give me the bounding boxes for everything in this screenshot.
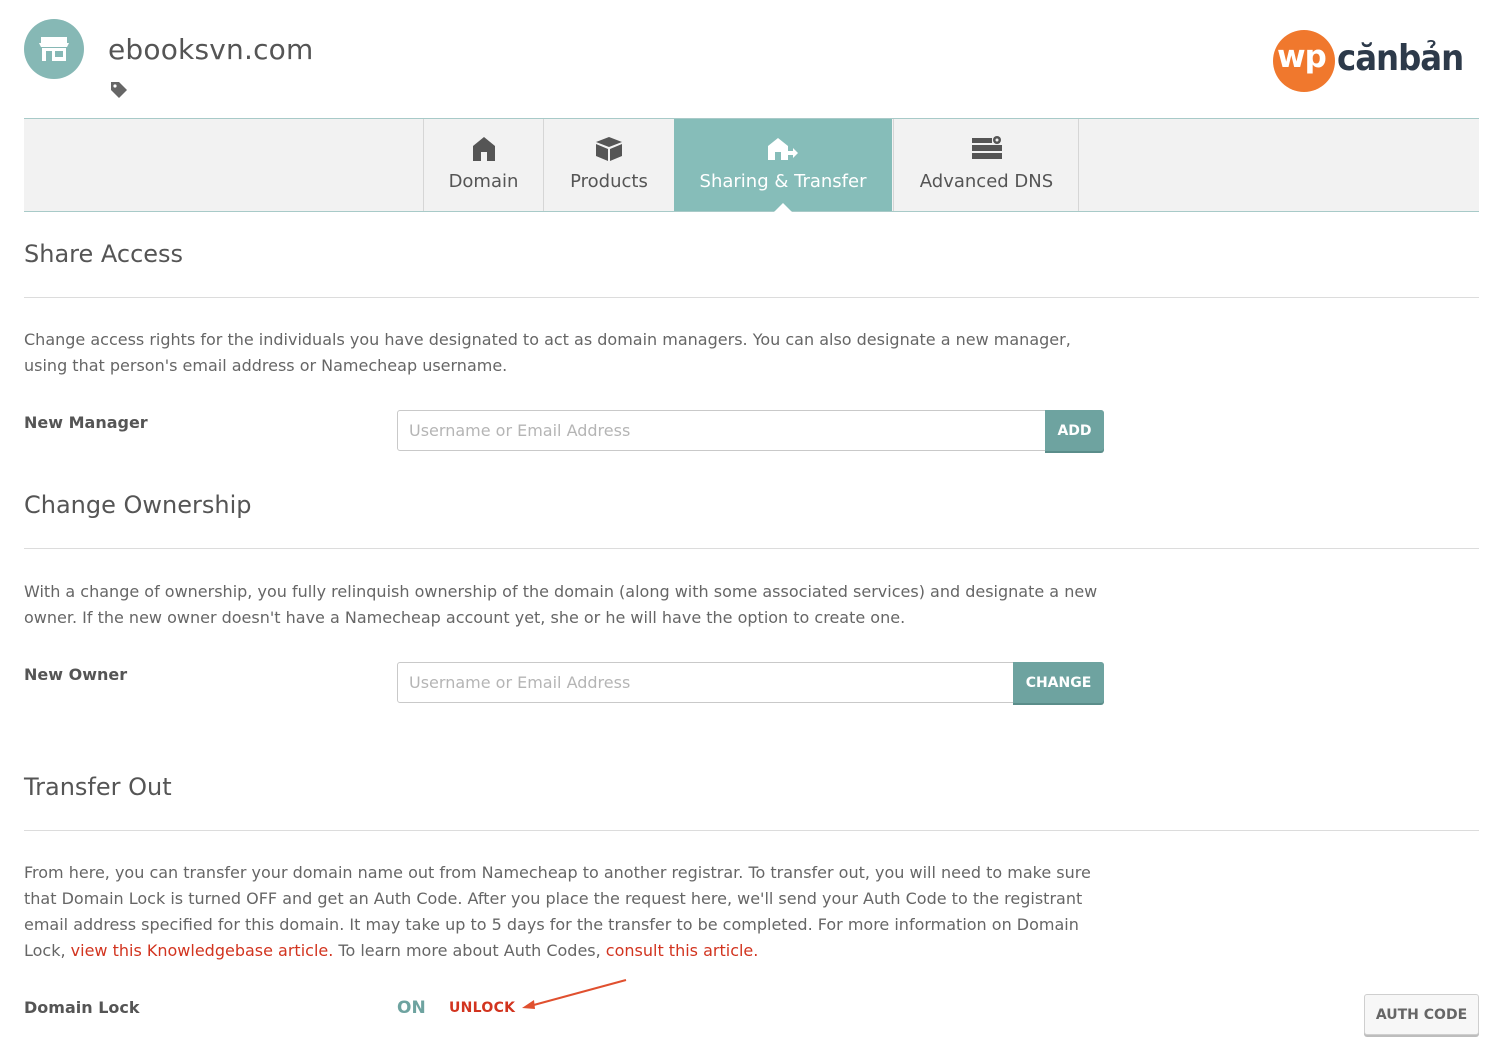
tab-divider [1078,119,1079,211]
auth-code-article-link[interactable]: consult this article. [606,941,759,960]
new-manager-input[interactable] [398,411,1038,450]
section-title-share-access: Share Access [24,240,184,268]
tab-label: Advanced DNS [919,171,1054,192]
brand-logo: wp cănbản [1273,30,1464,96]
add-manager-button[interactable]: ADD [1045,410,1104,451]
section-title-transfer-out: Transfer Out [24,773,172,801]
share-access-description: Change access rights for the individuals… [24,330,1071,375]
knowledgebase-link[interactable]: view this Knowledgebase article. [71,941,334,960]
tab-bar: Domain Products Sharing & Transfer Advan… [24,118,1479,212]
box-icon [596,137,622,161]
transfer-out-description: From here, you can transfer your domain … [24,860,1109,964]
divider [24,297,1479,298]
change-ownership-description: With a change of ownership, you fully re… [24,582,1098,627]
store-icon [39,37,69,61]
domain-lock-label: Domain Lock [24,998,140,1017]
new-owner-input[interactable] [398,663,1008,702]
unlock-button[interactable]: UNLOCK [449,1000,515,1016]
new-manager-label: New Manager [24,413,148,432]
tab-sharing-transfer[interactable]: Sharing & Transfer [674,119,892,212]
tab-advanced-dns[interactable]: Advanced DNS [893,119,1079,211]
new-manager-field: ADD [397,410,1104,451]
change-owner-button[interactable]: CHANGE [1013,662,1104,703]
divider [24,830,1479,831]
new-owner-label: New Owner [24,665,128,684]
annotation-arrow-icon [522,979,627,1009]
house-share-icon [768,138,798,160]
divider [24,548,1479,549]
tab-label: Sharing & Transfer [699,171,867,192]
tab-domain[interactable]: Domain [423,119,543,211]
tag-icon[interactable] [110,81,128,99]
logo-text: cănbản [1337,38,1464,79]
home-icon [472,137,495,161]
tab-label: Products [570,171,648,192]
new-owner-field: CHANGE [397,662,1104,703]
domain-avatar [24,19,84,79]
server-icon [971,136,1002,159]
section-title-change-ownership: Change Ownership [24,491,252,519]
tab-products[interactable]: Products [543,119,674,211]
domain-title: ebooksvn.com [108,33,314,66]
tab-label: Domain [448,171,519,192]
domain-lock-status: ON [397,998,426,1018]
transfer-text-2: To learn more about Auth Codes, [333,941,606,960]
logo-wp-text: wp [1277,39,1327,75]
auth-code-button[interactable]: AUTH CODE [1364,994,1479,1035]
